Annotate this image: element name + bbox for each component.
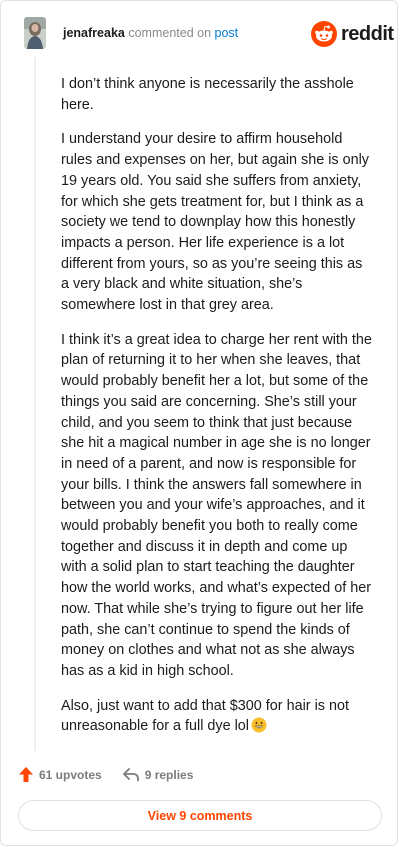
thread-line[interactable] xyxy=(34,57,36,751)
replies-count: 9 replies xyxy=(144,767,194,782)
reddit-logo[interactable]: reddit xyxy=(311,21,394,47)
logo-wordmark: reddit xyxy=(341,22,394,45)
upvote-arrow-icon xyxy=(19,767,33,782)
reply-arrow-icon xyxy=(122,768,139,782)
user-avatar[interactable] xyxy=(24,17,46,49)
comment-paragraph: I think it’s a great idea to charge her … xyxy=(61,331,372,679)
username-link[interactable]: jenafreaka xyxy=(63,26,125,40)
view-comments-button[interactable]: View 9 comments xyxy=(18,800,382,831)
comment-paragraph: I don’t think anyone is necessarily the … xyxy=(61,76,354,113)
comment-paragraph: I understand your desire to affirm house… xyxy=(61,131,370,314)
comment-card: jenafreaka commented on post reddit I do… xyxy=(0,0,398,846)
grinning-face-icon xyxy=(251,717,267,740)
reddit-alien-icon xyxy=(311,21,337,47)
comment-paragraph-last: Also, just want to add that $300 for hai… xyxy=(61,696,373,740)
upvote-count: 61 upvotes xyxy=(39,767,102,782)
comment-header: jenafreaka commented on post xyxy=(63,26,238,40)
replies-button[interactable]: 9 replies xyxy=(122,767,194,782)
comment-action-text: commented on xyxy=(128,26,212,40)
upvote-button[interactable]: 61 upvotes xyxy=(18,766,102,783)
comment-body: I don’t think anyone is necessarily the … xyxy=(61,74,373,754)
post-link[interactable]: post xyxy=(215,26,239,40)
comment-paragraph-text: Also, just want to add that $300 for hai… xyxy=(61,697,349,735)
comment-footer: 61 upvotes 9 replies xyxy=(18,766,213,783)
